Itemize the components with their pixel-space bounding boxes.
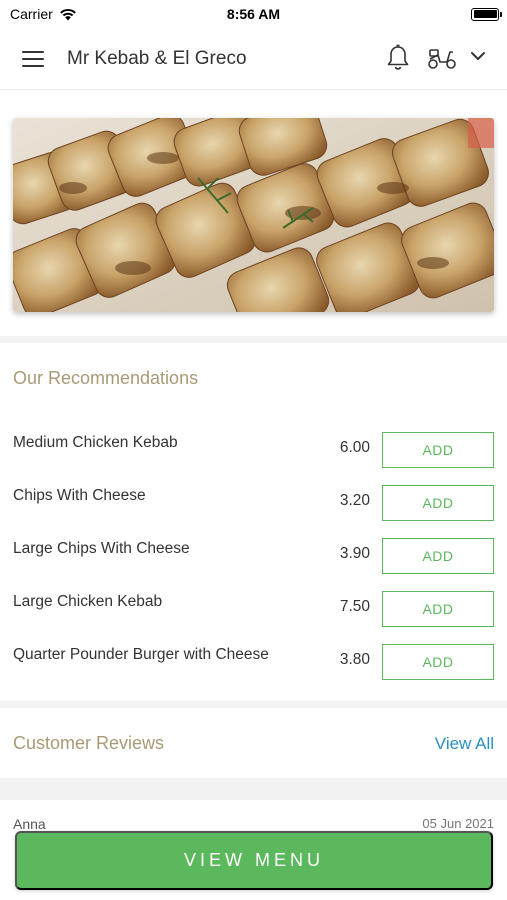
add-button[interactable]: ADD	[382, 644, 494, 680]
hero-food-image	[13, 118, 494, 312]
item-name: Medium Chicken Kebab	[13, 434, 178, 451]
item-name: Quarter Pounder Burger with Cheese	[13, 646, 269, 663]
app-header: Mr Kebab & El Greco	[0, 28, 507, 90]
carrier-label: Carrier	[10, 6, 53, 22]
item-price: 3.20	[339, 492, 370, 509]
status-bar: Carrier 8:56 AM	[0, 0, 507, 28]
hamburger-icon[interactable]	[22, 51, 44, 67]
review-date: 05 Jun 2021	[422, 816, 494, 831]
reviewer-name: Anna	[13, 816, 46, 832]
view-menu-button[interactable]: VIEW MENU	[15, 831, 493, 890]
reviews-section: Customer Reviews View All	[0, 708, 507, 778]
add-button[interactable]: ADD	[382, 591, 494, 627]
battery-icon	[471, 7, 502, 21]
item-name: Large Chicken Kebab	[13, 593, 163, 610]
recommendations-section: Our Recommendations Medium Chicken Kebab…	[0, 343, 507, 701]
view-all-link[interactable]: View All	[435, 734, 494, 754]
chevron-down-icon[interactable]	[470, 50, 486, 62]
item-name: Chips With Cheese	[13, 487, 146, 504]
list-item: Medium Chicken Kebab 6.00 ADD	[0, 432, 507, 474]
reviews-title: Customer Reviews	[13, 733, 165, 753]
status-left: Carrier	[10, 6, 77, 22]
scooter-icon[interactable]	[427, 46, 457, 70]
item-price: 3.80	[339, 651, 370, 668]
status-time: 8:56 AM	[226, 6, 281, 22]
item-price: 6.00	[339, 439, 370, 456]
hero-section	[0, 90, 507, 336]
add-button[interactable]: ADD	[382, 432, 494, 468]
recommendations-title: Our Recommendations	[13, 368, 199, 388]
page-title: Mr Kebab & El Greco	[67, 48, 247, 69]
item-price: 3.90	[339, 545, 370, 562]
bell-icon[interactable]	[386, 44, 410, 72]
list-item: Large Chips With Cheese 3.90 ADD	[0, 538, 507, 580]
list-item: Large Chicken Kebab 7.50 ADD	[0, 591, 507, 633]
add-button[interactable]: ADD	[382, 538, 494, 574]
list-item: Quarter Pounder Burger with Cheese 3.80 …	[0, 644, 507, 686]
item-name: Large Chips With Cheese	[13, 540, 190, 557]
add-button[interactable]: ADD	[382, 485, 494, 521]
item-price: 7.50	[339, 598, 370, 615]
wifi-icon	[59, 8, 76, 20]
list-item: Chips With Cheese 3.20 ADD	[0, 485, 507, 527]
